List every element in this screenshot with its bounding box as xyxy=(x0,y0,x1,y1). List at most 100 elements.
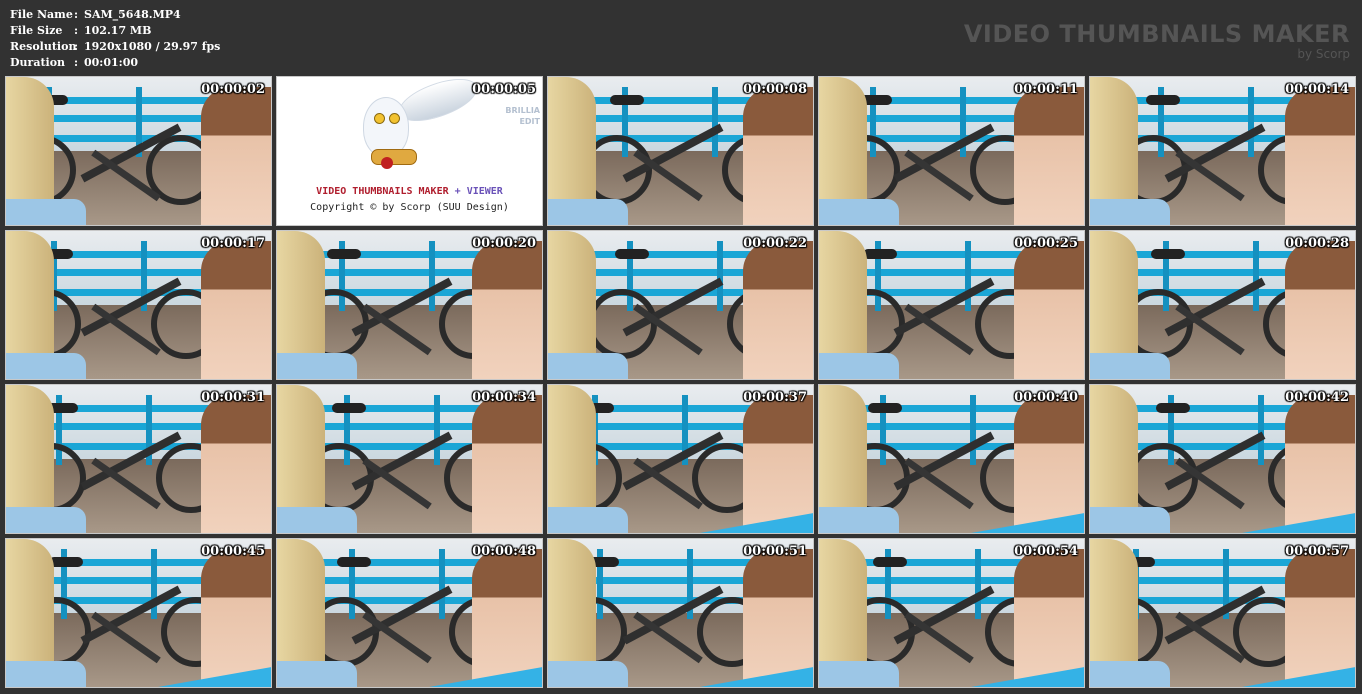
railing-post xyxy=(439,549,445,619)
info-value: 00:01:00 xyxy=(84,56,139,69)
video-thumbnail[interactable]: 00:00:08 xyxy=(547,76,814,226)
thumbnail-timestamp: 00:00:37 xyxy=(743,390,807,405)
info-row-file-size: File Size : 102.17 MB xyxy=(10,23,220,39)
video-thumbnail[interactable]: 00:00:42 xyxy=(1089,384,1356,534)
owl-logo-icon xyxy=(363,97,409,157)
jeans xyxy=(1090,353,1170,379)
railing-post xyxy=(1253,241,1259,311)
thumbnail-timestamp: 00:00:40 xyxy=(1014,390,1078,405)
logo-title: VIDEO THUMBNAILS MAKER + VIEWER xyxy=(316,186,503,197)
person-right xyxy=(201,241,271,379)
info-row-file-name: File Name : SAM_5648.MP4 xyxy=(10,7,220,23)
bike-seat xyxy=(1156,403,1190,413)
jeans xyxy=(548,507,628,533)
jeans xyxy=(6,199,86,225)
video-thumbnail[interactable]: 00:00:14 xyxy=(1089,76,1356,226)
thumbnail-timestamp: 00:00:48 xyxy=(472,544,536,559)
video-thumbnail[interactable]: 00:00:51 xyxy=(547,538,814,688)
video-thumbnail[interactable]: 00:00:02 xyxy=(5,76,272,226)
person-right xyxy=(472,549,542,687)
person-right xyxy=(743,87,813,225)
video-thumbnail[interactable]: 00:00:45 xyxy=(5,538,272,688)
railing-post xyxy=(717,241,723,311)
logo-copyright: Copyright © by Scorp (SUU Design) xyxy=(310,202,509,213)
video-thumbnail[interactable]: 00:00:20 xyxy=(276,230,543,380)
brand-subtitle: by Scorp xyxy=(1297,47,1350,61)
jeans xyxy=(1090,199,1170,225)
railing-post xyxy=(151,549,157,619)
jeans xyxy=(277,353,357,379)
person-right xyxy=(1014,241,1084,379)
thumbnail-timestamp: 00:00:25 xyxy=(1014,236,1078,251)
video-thumbnail[interactable]: 00:00:34 xyxy=(276,384,543,534)
thumbnail-timestamp: 00:00:22 xyxy=(743,236,807,251)
scroll-icon xyxy=(371,149,417,165)
jeans xyxy=(6,507,86,533)
video-thumbnail[interactable]: 00:00:17 xyxy=(5,230,272,380)
info-separator: : xyxy=(74,56,79,69)
bike-seat xyxy=(615,249,649,259)
video-thumbnail[interactable]: 00:00:28 xyxy=(1089,230,1356,380)
railing-post xyxy=(434,395,440,465)
video-thumbnail[interactable]: 00:00:22 xyxy=(547,230,814,380)
video-thumbnail[interactable]: BRILLIA EDIT VIDEO THUMBNAILS MAKER + VIEW… xyxy=(276,76,543,226)
thumbnail-timestamp: 00:00:45 xyxy=(201,544,265,559)
info-separator: : xyxy=(74,24,79,37)
info-separator: : xyxy=(74,8,79,21)
thumbnail-timestamp: 00:00:05 xyxy=(472,82,536,97)
thumbnail-timestamp: 00:00:14 xyxy=(1285,82,1349,97)
info-label: File Size xyxy=(10,24,63,37)
video-thumbnail[interactable]: 00:00:57 xyxy=(1089,538,1356,688)
railing-post xyxy=(429,241,435,311)
person-right xyxy=(1285,87,1355,225)
info-value: SAM_5648.MP4 xyxy=(84,8,181,21)
railing-post xyxy=(1258,395,1264,465)
jeans xyxy=(277,661,357,687)
person-right xyxy=(743,241,813,379)
video-thumbnail[interactable]: 00:00:48 xyxy=(276,538,543,688)
video-thumbnail[interactable]: 00:00:25 xyxy=(818,230,1085,380)
person-right xyxy=(472,241,542,379)
bike-seat xyxy=(337,557,371,567)
thumbnail-timestamp: 00:00:20 xyxy=(472,236,536,251)
thumbnail-timestamp: 00:00:02 xyxy=(201,82,265,97)
bike-seat xyxy=(327,249,361,259)
jeans xyxy=(819,199,899,225)
info-value: 102.17 MB xyxy=(84,24,152,37)
bike-seat xyxy=(868,403,902,413)
jeans xyxy=(6,353,86,379)
thumbnail-timestamp: 00:00:08 xyxy=(743,82,807,97)
info-row-resolution: Resolution : 1920x1080 / 29.97 fps xyxy=(10,39,220,55)
owl-eye-icon xyxy=(374,113,385,124)
jeans xyxy=(6,661,86,687)
jeans xyxy=(548,661,628,687)
person-right xyxy=(1014,395,1084,533)
thumbnail-timestamp: 00:00:11 xyxy=(1014,82,1078,97)
railing-post xyxy=(712,87,718,157)
info-row-duration: Duration : 00:01:00 xyxy=(10,55,220,71)
bike-seat xyxy=(863,249,897,259)
thumbnail-timestamp: 00:00:31 xyxy=(201,390,265,405)
video-thumbnail[interactable]: 00:00:54 xyxy=(818,538,1085,688)
railing-post xyxy=(975,549,981,619)
person-right xyxy=(1014,549,1084,687)
jeans xyxy=(819,661,899,687)
video-thumbnail[interactable]: 00:00:40 xyxy=(818,384,1085,534)
brand-watermark: VIDEO THUMBNAILS MAKER by Scorp xyxy=(964,20,1350,60)
thumbnail-timestamp: 00:00:51 xyxy=(743,544,807,559)
seal-icon xyxy=(381,157,393,169)
bike-seat xyxy=(332,403,366,413)
file-info: File Name : SAM_5648.MP4 File Size : 102… xyxy=(10,7,220,71)
person-right xyxy=(1285,549,1355,687)
thumbnail-timestamp: 00:00:42 xyxy=(1285,390,1349,405)
info-label: File Name xyxy=(10,8,73,21)
person-right xyxy=(472,395,542,533)
video-thumbnail[interactable]: 00:00:37 xyxy=(547,384,814,534)
thumbnail-timestamp: 00:00:28 xyxy=(1285,236,1349,251)
railing-post xyxy=(965,241,971,311)
video-thumbnail[interactable]: 00:00:11 xyxy=(818,76,1085,226)
brand-title: VIDEO THUMBNAILS MAKER xyxy=(963,20,1350,48)
person-right xyxy=(201,87,271,225)
info-separator: : xyxy=(74,40,79,53)
video-thumbnail[interactable]: 00:00:31 xyxy=(5,384,272,534)
